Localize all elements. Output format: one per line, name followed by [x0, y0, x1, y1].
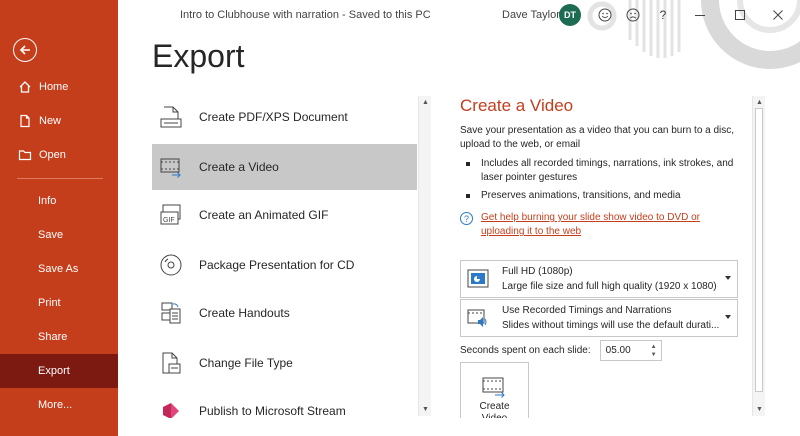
user-name: Dave Taylor [502, 9, 560, 21]
new-document-icon [18, 114, 32, 128]
seconds-value: 05.00 [605, 345, 631, 356]
help-row: ? Get help burning your slide show video… [460, 211, 745, 239]
folder-icon [18, 148, 32, 162]
stream-icon [158, 398, 184, 418]
sidebar-item-share[interactable]: Share [0, 320, 118, 354]
option-label: Create an Animated GIF [199, 208, 329, 222]
sidebar-item-label: Save [38, 229, 64, 241]
option-label: Publish to Microsoft Stream [199, 404, 346, 418]
option-create-handouts[interactable]: Create Handouts [152, 290, 417, 336]
timings-dropdown[interactable]: Use Recorded Timings and Narrations Slid… [460, 299, 738, 337]
back-arrow-icon [19, 45, 30, 55]
sidebar-item-print[interactable]: Print [0, 286, 118, 320]
sidebar-divider [17, 178, 103, 179]
backstage-sidebar: Home New Open Info Save Save As Print Sh… [0, 0, 118, 436]
minimize-icon[interactable] [692, 7, 708, 23]
help-link[interactable]: Get help burning your slide show video t… [481, 211, 745, 239]
cd-disc-icon [158, 252, 184, 278]
list-item: Includes all recorded timings, narration… [460, 157, 745, 185]
sidebar-item-more[interactable]: More... [0, 388, 118, 422]
sidebar-item-label: Save As [38, 263, 79, 275]
seconds-label: Seconds spent on each slide: [460, 345, 591, 356]
close-icon[interactable] [770, 7, 786, 23]
back-button[interactable] [13, 38, 37, 62]
page-title: Export [152, 38, 245, 74]
sidebar-item-save[interactable]: Save [0, 218, 118, 252]
scroll-up-arrow-icon[interactable]: ▲ [755, 98, 764, 107]
sidebar-item-label: Open [39, 149, 66, 161]
list-item: Preserves animations, transitions, and m… [460, 189, 745, 203]
timings-title: Use Recorded Timings and Narrations [502, 305, 672, 316]
sidebar-item-info[interactable]: Info [0, 184, 118, 218]
sidebar-item-home[interactable]: Home [0, 70, 118, 104]
options-scrollbar[interactable]: ▲ ▼ [418, 96, 431, 416]
avatar[interactable]: DT [559, 4, 581, 26]
svg-text:GIF: GIF [163, 217, 175, 224]
video-quality-dropdown[interactable]: Full HD (1080p) Large file size and full… [460, 260, 738, 298]
spin-arrows-icon[interactable]: ▲ ▼ [650, 343, 658, 359]
scroll-up-arrow-icon[interactable]: ▲ [421, 98, 430, 107]
scroll-thumb[interactable] [755, 108, 763, 392]
narration-speaker-icon [465, 305, 491, 331]
create-video-panel: Create a Video Save your presentation as… [460, 96, 745, 418]
presentation-quality-icon [465, 266, 491, 292]
option-change-file-type[interactable]: Change File Type [152, 340, 417, 386]
seconds-per-slide-stepper[interactable]: 05.00 ▲ ▼ [599, 340, 662, 361]
option-publish-to-stream[interactable]: Publish to Microsoft Stream [152, 388, 417, 418]
option-label: Create PDF/XPS Document [199, 110, 348, 124]
option-create-video[interactable]: Create a Video [152, 144, 417, 190]
video-film-icon [158, 154, 184, 180]
panel-title: Create a Video [460, 96, 574, 115]
smiley-icon[interactable] [597, 7, 613, 23]
home-icon [18, 80, 32, 94]
frown-icon[interactable] [625, 7, 641, 23]
document-title: Intro to Clubhouse with narration - Save… [180, 9, 431, 21]
sidebar-item-label: More... [38, 399, 73, 411]
sidebar-item-label: Export [38, 365, 70, 377]
scroll-down-arrow-icon[interactable]: ▼ [421, 405, 430, 414]
option-label: Package Presentation for CD [199, 258, 355, 272]
sidebar-item-save-as[interactable]: Save As [0, 252, 118, 286]
sidebar-item-open[interactable]: Open [0, 138, 118, 172]
scroll-down-arrow-icon[interactable]: ▼ [755, 405, 764, 414]
chevron-down-icon [725, 276, 731, 280]
quality-title: Full HD (1080p) [502, 266, 573, 277]
sidebar-item-label: Print [38, 297, 61, 309]
feature-list: Includes all recorded timings, narration… [460, 157, 745, 203]
sidebar-item-label: Home [39, 81, 69, 93]
sidebar-item-label: New [39, 115, 62, 127]
option-create-pdf-xps[interactable]: Create PDF/XPS Document [152, 94, 417, 140]
panel-description: Save your presentation as a video that y… [460, 125, 735, 150]
create-video-label: Create Video [479, 401, 510, 418]
option-label: Change File Type [199, 356, 293, 370]
pdf-document-icon [158, 104, 184, 130]
chevron-down-icon [725, 315, 731, 319]
quality-subtitle: Large file size and full high quality (1… [502, 281, 717, 292]
timings-subtitle: Slides without timings will use the defa… [502, 320, 720, 331]
sidebar-item-new[interactable]: New [0, 104, 118, 138]
change-file-type-icon [158, 350, 184, 376]
title-bar: Intro to Clubhouse with narration - Save… [118, 0, 800, 30]
option-create-animated-gif[interactable]: GIF Create an Animated GIF [152, 192, 417, 238]
help-icon[interactable]: ? [655, 7, 671, 23]
sidebar-item-label: Info [38, 195, 57, 207]
handouts-icon [158, 300, 184, 326]
option-label: Create a Video [199, 160, 279, 174]
gif-icon: GIF [158, 202, 184, 228]
maximize-icon[interactable] [732, 7, 748, 23]
option-package-for-cd[interactable]: Package Presentation for CD [152, 242, 417, 288]
help-question-icon: ? [460, 212, 473, 225]
panel-scrollbar[interactable]: ▲ ▼ [752, 96, 765, 416]
video-film-icon [481, 375, 507, 404]
seconds-per-slide-row: Seconds spent on each slide: 05.00 ▲ ▼ [460, 340, 662, 361]
create-video-button[interactable]: Create Video [460, 362, 529, 418]
sidebar-item-label: Share [38, 331, 68, 343]
sidebar-item-export[interactable]: Export [0, 354, 118, 388]
export-options-list: Create PDF/XPS Document Create a Video G… [152, 92, 417, 418]
option-label: Create Handouts [199, 306, 290, 320]
